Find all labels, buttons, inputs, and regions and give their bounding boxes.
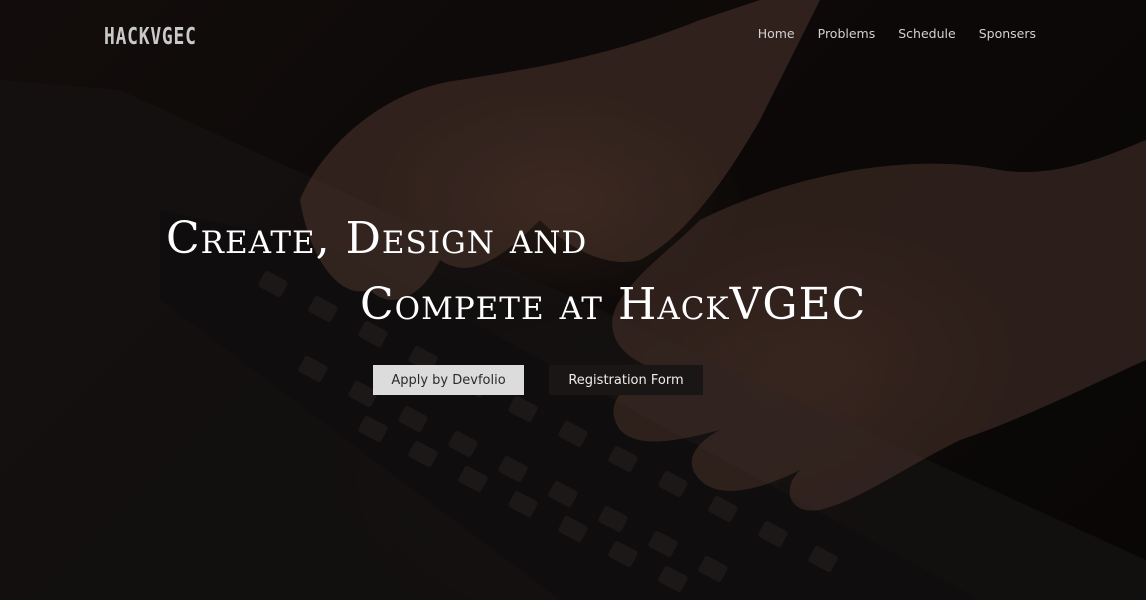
hero-section: HACKVGEC Home Problems Schedule Sponsers… — [0, 0, 1146, 600]
apply-devfolio-button[interactable]: Apply by Devfolio — [373, 365, 524, 395]
registration-form-button[interactable]: Registration Form — [549, 365, 703, 395]
headline-line-2: Compete at HackVGEC — [360, 279, 867, 330]
headline-line-1: Create, Design and — [166, 213, 588, 264]
hero-headline: Create, Design and Compete at HackVGEC — [0, 0, 1146, 600]
